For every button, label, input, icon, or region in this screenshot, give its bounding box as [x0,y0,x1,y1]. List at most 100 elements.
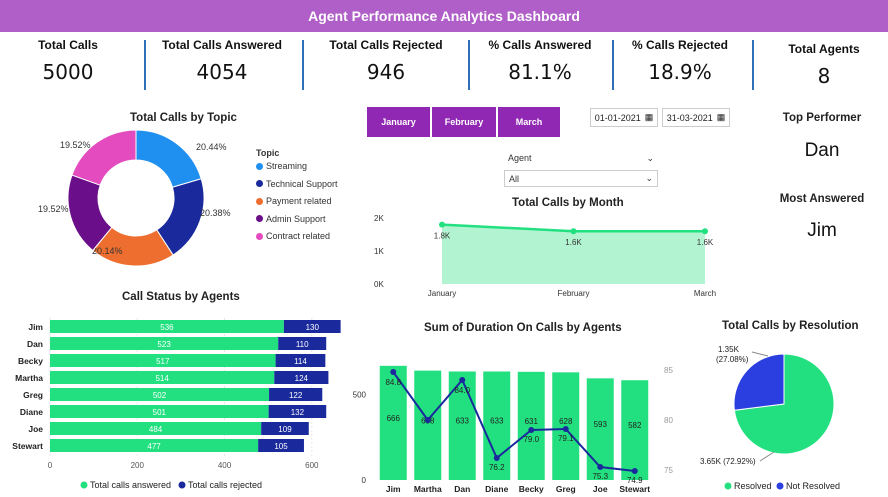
date-end-input[interactable]: 31-03-2021 ▦ [662,108,730,127]
topic-chart-title: Total Calls by Topic [130,112,237,124]
line-value-label: 84.8 [385,378,401,387]
legend-label: Technical Support [266,178,338,189]
top-performer-label: Top Performer [782,112,862,124]
line-value-label: 74.9 [627,476,643,485]
donut-slice-label: 20.38% [200,208,231,218]
agent-select-value: All [509,173,520,184]
area-point [570,228,577,235]
line-value-label: 75.3 [592,472,608,481]
y-tick-label-right: 85 [664,366,673,375]
y-tick-label: 0K [374,280,384,289]
kpi-divider [302,40,304,90]
month-button-january[interactable]: January [366,106,431,138]
pie-slice-label: 1.35K [718,345,740,354]
bar-value-label: 484 [149,425,163,434]
date-start-input[interactable]: 01-01-2021 ▦ [590,108,658,127]
y-tick-label-right: 80 [664,416,673,425]
calendar-icon[interactable]: ▦ [645,112,654,123]
chevron-down-icon[interactable]: ⌄ [645,173,653,184]
legend-swatch [776,482,784,490]
kpi-value: 8 [817,64,831,88]
kpi-value: 18.9% [648,60,712,84]
topic-legend-title: Topic [256,148,280,158]
kpi-value: 81.1% [508,60,572,84]
legend-label: Not Resolved [786,481,840,491]
line-value-label: 84.0 [454,386,470,395]
y-tick-label-right: 75 [664,466,673,475]
donut-slice [135,130,202,188]
y-tick-label: Greg [23,390,43,400]
line-value-label: 79.0 [523,435,539,444]
legend-swatch [256,232,263,240]
duration-combo-chart: 0500758085666Jim638Martha633Dan633Diane6… [353,365,673,494]
topic-legend-item[interactable]: Technical Support [256,179,338,189]
legend-swatch [256,215,263,222]
legend-label: Total calls rejected [188,480,262,490]
kpi-divider [752,40,754,90]
kpi-value: 5000 [42,60,94,84]
bar-value-label: 582 [628,421,642,430]
date-start-value: 01-01-2021 [594,112,641,123]
y-tick-label: Diane [20,407,43,417]
bar-value-label: 124 [295,374,309,383]
x-tick-label: 0 [48,461,53,470]
agent-select[interactable]: All ⌄ [504,170,658,187]
line-value-label: 76.2 [489,463,505,472]
topic-legend-item[interactable]: Admin Support [256,214,326,224]
data-label: 1.6K [697,238,714,247]
month-chart-title: Total Calls by Month [512,197,624,209]
most-answered-value: Jim [807,220,837,241]
average-point [597,464,604,470]
bar-value-label: 631 [525,417,539,426]
kpi-value: 4054 [196,60,248,84]
legend-swatch [256,180,263,187]
kpi-label: Total Agents [788,42,860,56]
x-tick-label: Dan [454,484,470,494]
status-chart-title: Call Status by Agents [122,291,240,303]
legend-swatch [256,162,263,170]
x-tick-label: Martha [414,484,442,494]
topic-legend-item[interactable]: Contract related [256,231,330,241]
average-point [528,427,535,433]
donut-slice-label: 20.44% [196,142,227,152]
leader-line [751,351,769,357]
month-area-chart: 0K 1K 2K 1.8K January 1.6K February 1.6K March [374,214,716,298]
donut-slice [71,130,137,186]
calendar-icon[interactable]: ▦ [717,112,726,123]
y-tick-label: Jim [28,322,43,332]
x-tick-label: Greg [556,484,576,494]
donut-slice-label: 20.14% [92,246,123,256]
x-tick-label: 600 [305,461,319,470]
y-tick-label: 2K [374,214,384,223]
y-tick-label: 1K [374,247,384,256]
bar-value-label: 109 [278,425,292,434]
kpi-total-calls-rejected: Total Calls Rejected 946 [318,38,454,94]
x-tick-label: Jim [386,484,401,494]
kpi-divider [612,40,614,90]
month-button-february[interactable]: February [431,106,497,138]
average-point [562,426,569,432]
bar-value-label: 633 [490,417,504,426]
donut-slice-label: 19.52% [38,204,69,214]
line-value-label: 79.1 [558,434,574,443]
topic-legend-item[interactable]: Payment related [256,196,332,206]
topic-legend-item[interactable]: Streaming [256,161,307,171]
bar-value-label: 593 [594,420,608,429]
x-tick-label: February [557,289,589,298]
x-tick-label: January [428,289,456,298]
agent-filter-label: Agent [508,153,532,163]
pie-slice-label: 3.65K (72.92%) [700,457,756,466]
agent-filter-header[interactable]: Agent ⌄ [504,150,658,166]
legend-swatch [724,482,732,490]
chevron-down-icon[interactable]: ⌄ [646,153,654,164]
x-tick-label: Diane [485,484,508,494]
average-point [390,369,397,375]
average-point [493,455,500,461]
bar-value-label: 628 [559,417,573,426]
data-label: 1.8K [434,232,451,241]
area-point [702,228,708,235]
legend-label: Total calls answered [90,480,171,490]
month-button-march[interactable]: March [497,106,561,138]
bar-value-label: 633 [456,417,470,426]
kpi-divider [144,40,146,90]
